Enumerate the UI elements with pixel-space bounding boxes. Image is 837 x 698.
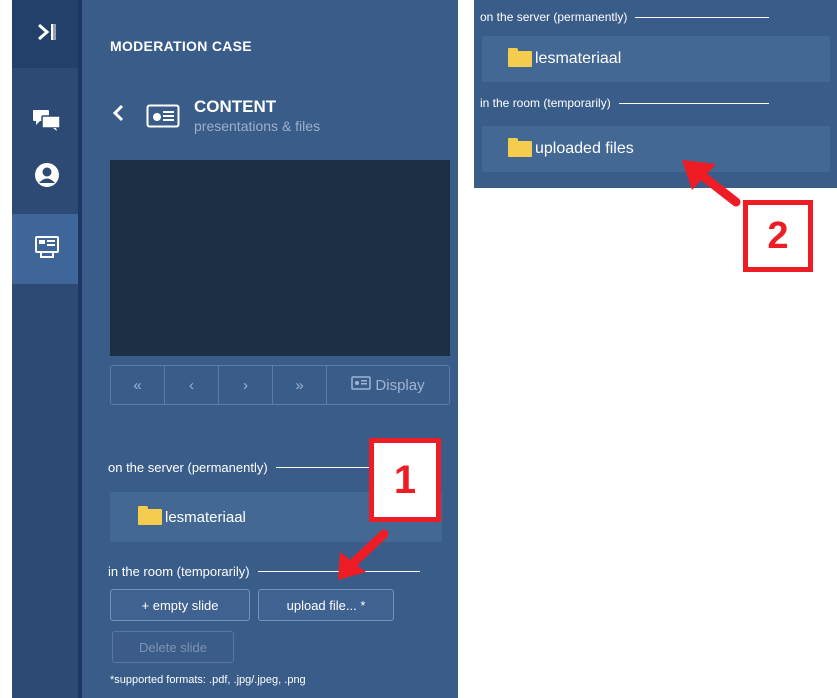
chevron-left-icon: [111, 103, 125, 128]
callout-2: 2: [743, 200, 813, 272]
slide-navigation: « ‹ › » Display: [110, 365, 450, 405]
sidebar-item-chat[interactable]: [12, 93, 82, 151]
display-icon: [351, 376, 372, 394]
moderation-app: MODERATION CASE CONTENT presentations & …: [12, 0, 458, 698]
room-section-label: in the room (temporarily): [480, 96, 611, 110]
callout-1: 1: [369, 438, 441, 522]
sidebar-item-content[interactable]: [12, 214, 82, 284]
folder-label: lesmateriaal: [535, 50, 622, 67]
content-title: CONTENT: [194, 97, 277, 116]
folder-uploaded-files[interactable]: uploaded files: [482, 126, 830, 172]
folder-icon: [138, 506, 162, 525]
room-section-header: in the room (temporarily): [480, 94, 769, 112]
divider: [635, 16, 770, 18]
server-section-label: on the server (permanently): [108, 459, 268, 475]
sidebar-collapse-button[interactable]: [12, 0, 82, 68]
panel-title: MODERATION CASE: [110, 38, 252, 54]
folder-label: lesmateriaal: [165, 508, 246, 526]
display-button[interactable]: Display: [327, 366, 449, 404]
arrow-1: [338, 529, 389, 580]
upload-file-button[interactable]: upload file... *: [258, 589, 394, 621]
folder-lesmateriaal[interactable]: lesmateriaal: [482, 36, 830, 82]
server-section-header: on the server (permanently): [480, 8, 770, 26]
sidebar-collapse-icon: [36, 22, 58, 47]
arrow-2: [682, 160, 741, 207]
content-icon: [34, 234, 60, 265]
folder-icon: [508, 138, 532, 157]
chat-icon: [32, 108, 62, 137]
delete-slide-button[interactable]: Delete slide: [112, 631, 234, 663]
next-slide-button[interactable]: ›: [219, 366, 273, 404]
supported-formats-note: *supported formats: .pdf, .jpg/.jpeg, .p…: [110, 674, 306, 686]
first-slide-button[interactable]: «: [111, 366, 165, 404]
slide-preview: [110, 160, 450, 356]
folder-label: uploaded files: [535, 140, 634, 157]
prev-slide-button[interactable]: ‹: [165, 366, 219, 404]
user-icon: [34, 162, 60, 193]
empty-slide-button[interactable]: + empty slide: [110, 589, 250, 621]
last-slide-button[interactable]: »: [273, 366, 327, 404]
presentation-icon: [146, 104, 180, 133]
divider: [618, 102, 769, 104]
content-subtitle: presentations & files: [194, 118, 321, 134]
zoomed-file-list: on the server (permanently) lesmateriaal…: [474, 0, 837, 188]
room-section-label: in the room (temporarily): [108, 563, 250, 579]
display-label: Display: [375, 376, 425, 394]
content-panel: MODERATION CASE CONTENT presentations & …: [82, 0, 458, 698]
back-button[interactable]: [108, 100, 128, 130]
sidebar-item-user[interactable]: [12, 148, 82, 206]
folder-icon: [508, 48, 532, 67]
server-section-label: on the server (permanently): [480, 10, 628, 24]
sidebar: [12, 0, 82, 698]
